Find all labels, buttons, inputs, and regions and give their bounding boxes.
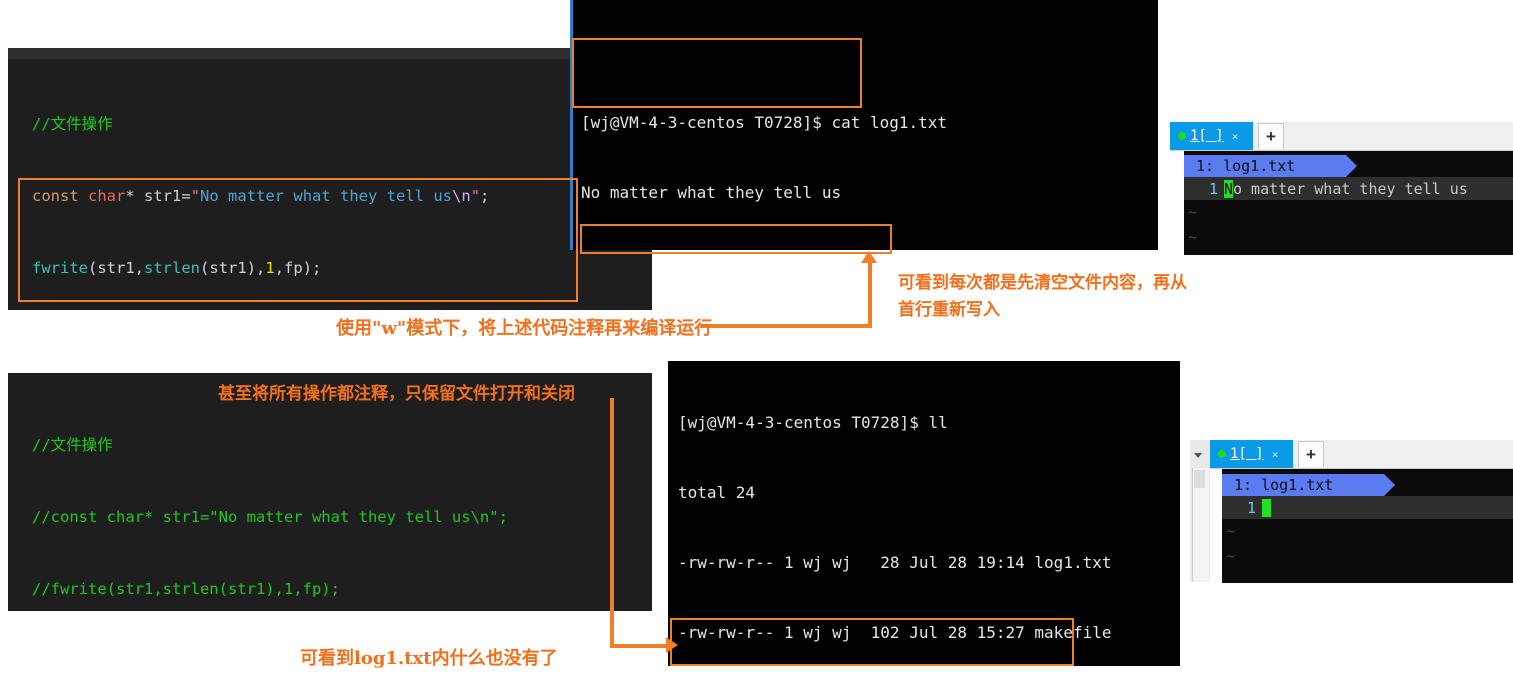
close-icon[interactable]: × [1272,448,1279,461]
top-code-editor[interactable]: //文件操作 const char* str1="No matter what … [8,48,652,310]
vim-line-text: o matter what they tell us [1233,179,1468,198]
terminal-line: [wj@VM-4-3-centos T0728]$ ll [678,412,948,432]
vim-cursor [1262,498,1271,517]
bottom-code-editor[interactable]: //文件操作 //const char* str1="No matter wha… [8,373,652,611]
tab-label: 1[ ] [1230,446,1264,462]
connector-h-left [700,324,872,328]
connector-v-bottom [610,398,614,648]
terminal-line: total 24 [678,483,756,503]
header-arrow-icon [1384,474,1395,496]
terminal-line: -rw-rw-r-- 1 wj wj 28 Jul 28 19:14 log1.… [678,553,1112,573]
top-terminal[interactable]: [wj@VM-4-3-centos T0728]$ cat log1.txt N… [570,0,1158,250]
vim-text-line: 1No matter what they tell us [1184,177,1513,200]
annotation-w-mode: 使用"w"模式下，将上述代码注释再来编译运行 [336,318,713,339]
tab-label: 1[ ] [1190,128,1224,144]
new-tab-button[interactable]: + [1298,441,1324,467]
vim-file-header: 1: log1.txt [1184,155,1357,177]
vim-tilde: ~ [1226,547,1236,565]
code-line: //const char* str1="No matter what they … [32,508,508,526]
code-line: fwrite(str1,strlen(str1),1,fp); [32,259,322,277]
terminal-line: -rw-rw-r-- 1 wj wj 102 Jul 28 15:27 make… [678,623,1112,643]
modified-dot-icon [1178,132,1186,140]
bottom-vim-tabbar: 1[ ] × + [1210,440,1513,469]
vim-file-header-text: 1: log1.txt [1196,157,1296,175]
code-line: const char* str1="No matter what they te… [32,187,490,205]
connector-h-bottom [610,637,678,653]
top-code-editor-content: //文件操作 const char* str1="No matter what … [32,64,573,310]
terminal-line: [wj@VM-4-3-centos T0728]$ cat log1.txt [581,113,948,133]
vim-file-header: 1: log1.txt [1222,474,1395,496]
bottom-terminal[interactable]: [wj@VM-4-3-centos T0728]$ ll total 24 -r… [668,361,1180,666]
vim-tilde: ~ [1188,203,1198,221]
vim-tilde: ~ [1226,522,1236,540]
connector-v-up [861,251,877,326]
vim-content: 1: log1.txt 1No matter what they tell us… [1184,155,1513,250]
close-icon[interactable]: × [1232,130,1239,143]
vim-cursor: N [1224,179,1234,198]
top-vim-editor[interactable]: 1: log1.txt 1No matter what they tell us… [1170,151,1513,255]
tab-log1[interactable]: 1[ ] × [1210,440,1293,468]
vim-line-number: 1 [1246,498,1256,517]
vim-left-margin [1170,151,1184,255]
new-tab-button[interactable]: + [1258,123,1284,149]
bottom-vim-editor[interactable]: 1: log1.txt 1 ~ ~ [1210,469,1513,583]
annotation-empty-file: 可看到log1.txt内什么也没有了 [300,648,558,669]
code-line: //文件操作 [32,115,113,133]
bottom-vim-panel[interactable]: 1[ ] × + 1: log1.txt 1 ~ ~ [1210,440,1513,583]
vim-left-margin [1210,469,1222,583]
vim-tilde: ~ [1188,228,1198,246]
bottom-vim-dropdown-icon[interactable] [1194,453,1202,458]
modified-dot-icon [1218,450,1226,458]
top-vim-tabbar: 1[ ] × + [1170,122,1513,151]
bottom-terminal-content: [wj@VM-4-3-centos T0728]$ ll total 24 -r… [678,364,1111,666]
terminal-line: No matter what they tell us [581,183,842,203]
top-code-editor-titlebar [8,48,652,59]
top-terminal-scrollbar[interactable] [570,0,573,250]
top-vim-panel[interactable]: 1[ ] × + 1: log1.txt 1No matter what the… [1170,122,1513,255]
tab-log1[interactable]: 1[ ] × [1170,122,1253,150]
bottom-editor-title-note: 甚至将所有操作都注释，只保留文件打开和关闭 [218,384,575,404]
vim-file-header-text: 1: log1.txt [1234,476,1334,494]
top-terminal-content: [wj@VM-4-3-centos T0728]$ cat log1.txt N… [581,0,947,250]
code-line: //文件操作 [32,436,113,454]
bottom-code-editor-content: //文件操作 //const char* str1="No matter wha… [32,385,573,611]
vim-line-number: 1 [1208,179,1218,198]
header-arrow-icon [1346,155,1357,177]
annotation-truncate-note: 可看到每次都是先清空文件内容，再从 首行重新写入 [898,273,1187,320]
vim-text-line: 1 [1222,496,1513,519]
code-line: //fwrite(str1,strlen(str1),1,fp); [32,580,340,598]
vim-content: 1: log1.txt 1 ~ ~ [1222,474,1513,569]
bottom-vim-scroll-thumb[interactable] [1194,470,1205,488]
